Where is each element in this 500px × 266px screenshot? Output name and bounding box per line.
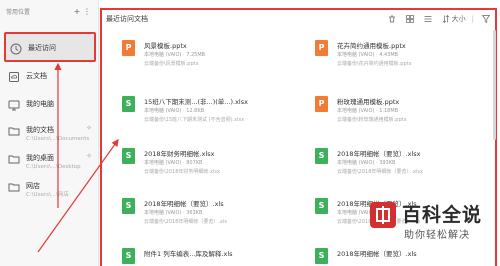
file-item[interactable]: P 花卉简约通用模板.pptx 本地电脑 (VAIO) · 4.43MB 云端备… (315, 40, 445, 70)
list-view-icon (424, 16, 432, 22)
xls-file-icon: S (122, 248, 135, 264)
folder-icon (8, 183, 20, 192)
file-name: 2018年财务明细帐.xlsx (144, 150, 215, 158)
file-path: 云端备份\2018年财务明细帐.xlsx (144, 169, 220, 175)
file-name: 风景模板.pptx (144, 42, 187, 50)
sort-label: 大小 (451, 15, 466, 23)
sidebar-header-title: 常用位置 (6, 8, 31, 16)
sidebar-item-label: 我的文档 (26, 126, 54, 134)
clock-icon (10, 43, 22, 55)
file-path: 云端备份\2018年明细帐（要览）.xls (144, 219, 227, 225)
list-view-button[interactable] (424, 15, 434, 23)
sidebar-item-my-desktop[interactable]: 我的桌面 C:\Users\...\Desktop ✧ (4, 152, 96, 174)
file-path: 云端备份\粉玫瑰通用模板.pptx (337, 117, 407, 123)
delete-button[interactable] (388, 15, 398, 23)
folder-icon (8, 155, 20, 164)
baike-logo-icon (370, 202, 396, 228)
file-meta: 本地电脑 (VAIO) · 12.8KB (144, 108, 205, 114)
sidebar-header: 常用位置 + ⋮ (0, 0, 98, 22)
file-path: 云端备份\风景模板.pptx (144, 61, 199, 67)
more-menu-button[interactable]: ⋮ (82, 7, 92, 16)
file-meta: 本地电脑 (VAIO) · 363KB (144, 210, 203, 216)
filter-button[interactable] (482, 15, 492, 23)
sidebar-item-label: 最近访问 (28, 44, 56, 52)
grid-view-icon (405, 15, 414, 23)
filter-icon (482, 15, 490, 23)
add-location-button[interactable]: + (72, 7, 82, 16)
file-name: 2018年明细帐（要览）.xls (144, 200, 224, 208)
sidebar-item-recent[interactable]: 最近访问 (4, 32, 96, 62)
ppt-file-icon: P (315, 40, 328, 56)
file-path: 云端备份\花卉简约通用模板.pptx (337, 61, 412, 67)
sidebar: 常用位置 + ⋮ 最近访问 云文档 我的电脑 我的文档 C:\Users\...… (0, 0, 99, 266)
file-item[interactable]: S 2018年明细帐（要览）.xls 本地电脑 (VAIO) · 363KB 云… (122, 198, 252, 228)
file-item[interactable]: S 2018年财务明细帐.xlsx 本地电脑 (VAIO) · 807KB 云端… (122, 148, 252, 178)
file-path: 云端备份\15班八下期末测试 (不含音频).xlsx (144, 117, 245, 123)
xls-file-icon: S (315, 148, 328, 164)
toolbar-divider: | (471, 15, 474, 23)
folder-icon (8, 127, 20, 136)
view-toggle-button[interactable] (405, 15, 416, 23)
pin-icon[interactable]: ✧ (86, 152, 92, 160)
xls-file-icon: S (315, 248, 328, 264)
file-item[interactable]: S 15班八下期末测...(非...)(单...).xlsx 本地电脑 (VAI… (122, 96, 252, 126)
sidebar-item-my-computer[interactable]: 我的电脑 (4, 98, 96, 114)
cloud-doc-icon (9, 72, 19, 82)
watermark-subtitle: 助你轻松解决 (404, 230, 470, 241)
watermark-title: 百科全说 (402, 204, 483, 226)
file-item[interactable]: S 2018年明细帐（要览）.xlsx 本地电脑 (VAIO) · 393KB … (315, 148, 445, 178)
page-title: 最近访问文档 (106, 15, 148, 23)
sidebar-item-my-documents[interactable]: 我的文档 C:\Users\...\Documents ✧ (4, 124, 96, 146)
file-name: 2018年明细帐（要览）.xlsx (337, 150, 421, 158)
sidebar-item-label: 云文档 (26, 72, 47, 80)
sidebar-item-path: C:\Users\...\Documents (26, 136, 90, 142)
ppt-file-icon: P (315, 96, 328, 112)
sidebar-item-netshop[interactable]: 网店 C:\Users\...\网店 (4, 180, 96, 202)
computer-icon (8, 100, 20, 111)
file-meta: 本地电脑 (VAIO) · 4.43MB (337, 52, 399, 58)
sidebar-item-label: 我的桌面 (26, 154, 54, 162)
file-name: 15班八下期末测...(非...)(单...).xlsx (144, 98, 248, 106)
sidebar-item-label: 我的电脑 (26, 100, 54, 108)
file-meta: 本地电脑 (VAIO) · 807KB (144, 160, 203, 166)
watermark: 百科全说 助你轻松解决 (368, 194, 494, 254)
ppt-file-icon: P (122, 40, 135, 56)
file-item[interactable]: S 附件1 列车编表...库及解释.xls (122, 248, 252, 266)
sidebar-item-label: 网店 (26, 182, 40, 190)
file-item[interactable]: P 风景模板.pptx 本地电脑 (VAIO) · 7.25MB 云端备份\风景… (122, 40, 252, 70)
file-name: 花卉简约通用模板.pptx (337, 42, 406, 50)
xls-file-icon: S (122, 148, 135, 164)
file-meta: 本地电脑 (VAIO) · 7.25MB (144, 52, 206, 58)
file-item[interactable]: P 粉玫瑰通用模板.pptx 本地电脑 (VAIO) · 1.18MB 云端备份… (315, 96, 445, 126)
sidebar-item-path: C:\Users\...\Desktop (26, 164, 81, 170)
sort-icon (442, 15, 449, 23)
trash-icon (388, 15, 395, 23)
file-meta: 本地电脑 (VAIO) · 1.18MB (337, 108, 399, 114)
xls-file-icon: S (122, 96, 135, 112)
xls-file-icon: S (315, 198, 328, 214)
file-name: 粉玫瑰通用模板.pptx (337, 98, 400, 106)
main-toolbar: 最近访问文档 大小 | (100, 10, 498, 28)
xls-file-icon: S (122, 198, 135, 214)
pin-icon[interactable]: ✧ (86, 124, 92, 132)
file-path: 云端备份\2018年明细帐（要览）.xlsx (337, 169, 423, 175)
sidebar-item-cloud-docs[interactable]: 云文档 (4, 70, 96, 86)
sort-button[interactable]: 大小 (442, 14, 466, 24)
scrollbar[interactable] (493, 30, 496, 140)
file-name: 附件1 列车编表...库及解释.xls (144, 250, 233, 258)
file-meta: 本地电脑 (VAIO) · 393KB (337, 160, 396, 166)
sidebar-item-path: C:\Users\...\网店 (26, 192, 69, 198)
